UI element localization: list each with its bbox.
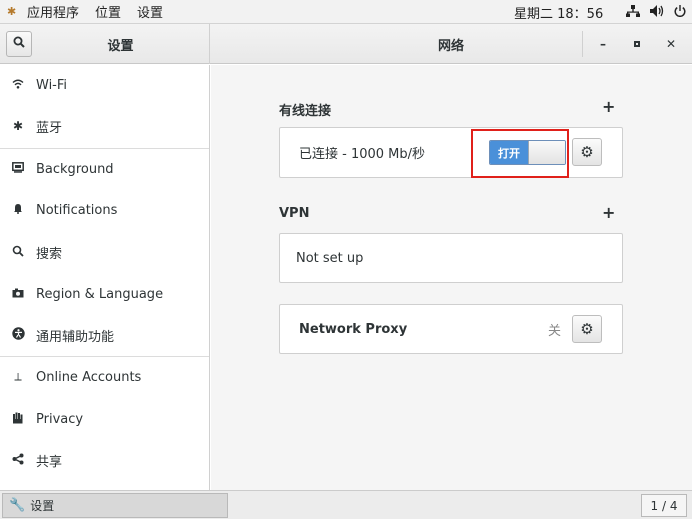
- vpn-status: Not set up: [296, 250, 364, 266]
- sidebar-item-sharing[interactable]: 共享: [0, 440, 209, 480]
- add-vpn-button[interactable]: +: [602, 203, 615, 222]
- settings-window: 设置 网络 – ✕ Wi-Fi ✱ 蓝牙 Background Notifica…: [0, 24, 692, 490]
- hand-icon: [11, 412, 25, 427]
- search-button[interactable]: [6, 31, 32, 57]
- top-menu: 应用程序 位置 设置: [19, 0, 171, 23]
- sidebar-item-background[interactable]: Background: [0, 149, 209, 189]
- sidebar-item-label: 通用辅助功能: [36, 329, 115, 345]
- sidebar-item-notifications[interactable]: Notifications: [0, 190, 209, 230]
- proxy-settings-button[interactable]: ⚙: [572, 315, 602, 343]
- share-icon: [11, 453, 25, 468]
- minimize-icon: –: [600, 37, 606, 51]
- add-wired-button[interactable]: +: [602, 97, 615, 116]
- sidebar-item-online-accounts[interactable]: ⟂ Online Accounts: [0, 357, 209, 397]
- titlebar: 设置 网络 – ✕: [0, 24, 692, 64]
- sidebar-item-label: 共享: [36, 454, 63, 470]
- sidebar-item-label: Region & Language: [36, 286, 164, 302]
- sidebar-title: 设置: [107, 38, 134, 54]
- plus-icon: +: [602, 97, 616, 116]
- sidebar-item-label: Online Accounts: [36, 369, 142, 385]
- top-panel: 应用程序 位置 设置 星期二 18：56: [0, 0, 692, 24]
- vpn-section-title: VPN: [279, 206, 310, 221]
- sidebar-item-bluetooth[interactable]: ✱ 蓝牙: [0, 106, 209, 146]
- background-icon: [11, 162, 25, 176]
- online-accounts-icon: ⟂: [14, 370, 22, 383]
- network-proxy-card[interactable]: Network Proxy 关 ⚙: [279, 304, 623, 354]
- settings-tools-icon: 🔧: [9, 498, 26, 513]
- network-proxy-label: Network Proxy: [299, 321, 408, 337]
- sidebar: Wi-Fi ✱ 蓝牙 Background Notifications 搜索 R…: [0, 65, 210, 490]
- sidebar-item-label: 搜索: [36, 246, 63, 262]
- applications-icon[interactable]: [7, 6, 19, 18]
- vpn-card: Not set up: [279, 233, 623, 283]
- power-icon: [674, 4, 686, 20]
- gear-icon: ⚙: [580, 320, 594, 338]
- wired-connection-card: 已连接 - 1000 Mb/秒 打开 ⚙: [279, 127, 623, 178]
- accessibility-icon: [11, 327, 25, 343]
- sidebar-item-privacy[interactable]: Privacy: [0, 399, 209, 439]
- menu-settings[interactable]: 设置: [129, 0, 171, 23]
- wired-section-title: 有线连接: [279, 104, 332, 119]
- bell-icon: [11, 203, 25, 217]
- close-button[interactable]: ✕: [661, 34, 681, 54]
- sidebar-item-search[interactable]: 搜索: [0, 232, 209, 272]
- sidebar-item-wifi[interactable]: Wi-Fi: [0, 65, 209, 105]
- taskbar-settings-window[interactable]: 🔧 设置: [2, 493, 228, 518]
- network-panel: 有线连接 + 已连接 - 1000 Mb/秒 打开 ⚙ VPN + Not se…: [211, 65, 692, 490]
- sidebar-item-label: 蓝牙: [36, 120, 63, 136]
- wired-status: 已连接 - 1000 Mb/秒: [299, 147, 426, 162]
- network-icon: [626, 4, 640, 20]
- system-tray[interactable]: [626, 0, 686, 24]
- search-icon: [11, 245, 25, 260]
- minimize-button[interactable]: –: [593, 34, 613, 54]
- menu-applications[interactable]: 应用程序: [19, 0, 87, 23]
- workspace-pager[interactable]: 1 / 4: [641, 494, 687, 517]
- sidebar-item-label: Notifications: [36, 202, 118, 218]
- sidebar-item-accessibility[interactable]: 通用辅助功能: [0, 315, 209, 355]
- wired-settings-button[interactable]: ⚙: [572, 138, 602, 166]
- network-proxy-state: 关: [548, 323, 562, 339]
- bluetooth-icon: ✱: [12, 119, 24, 133]
- gear-icon: ⚙: [580, 143, 594, 161]
- close-icon: ✕: [665, 37, 677, 51]
- maximize-icon: [634, 41, 640, 47]
- maximize-button[interactable]: [627, 34, 647, 54]
- sidebar-item-label: Wi-Fi: [36, 77, 68, 93]
- sidebar-item-label: Privacy: [36, 411, 84, 427]
- highlight-box: [471, 129, 569, 178]
- camera-icon: [11, 287, 25, 301]
- search-icon: [13, 36, 25, 52]
- plus-icon: +: [602, 203, 616, 222]
- sidebar-item-label: Background: [36, 161, 114, 177]
- titlebar-separator: [582, 31, 583, 57]
- taskbar-task-label: 设置: [30, 499, 55, 513]
- titlebar-sidebar-header: 设置: [0, 24, 210, 64]
- volume-icon: [650, 4, 664, 20]
- wifi-icon: [11, 78, 25, 92]
- menu-places[interactable]: 位置: [87, 0, 129, 23]
- clock[interactable]: 星期二 18：56: [514, 0, 603, 24]
- taskbar: 🔧 设置 1 / 4: [0, 490, 692, 519]
- sidebar-item-region-language[interactable]: Region & Language: [0, 274, 209, 314]
- page-title: 网络: [437, 38, 464, 54]
